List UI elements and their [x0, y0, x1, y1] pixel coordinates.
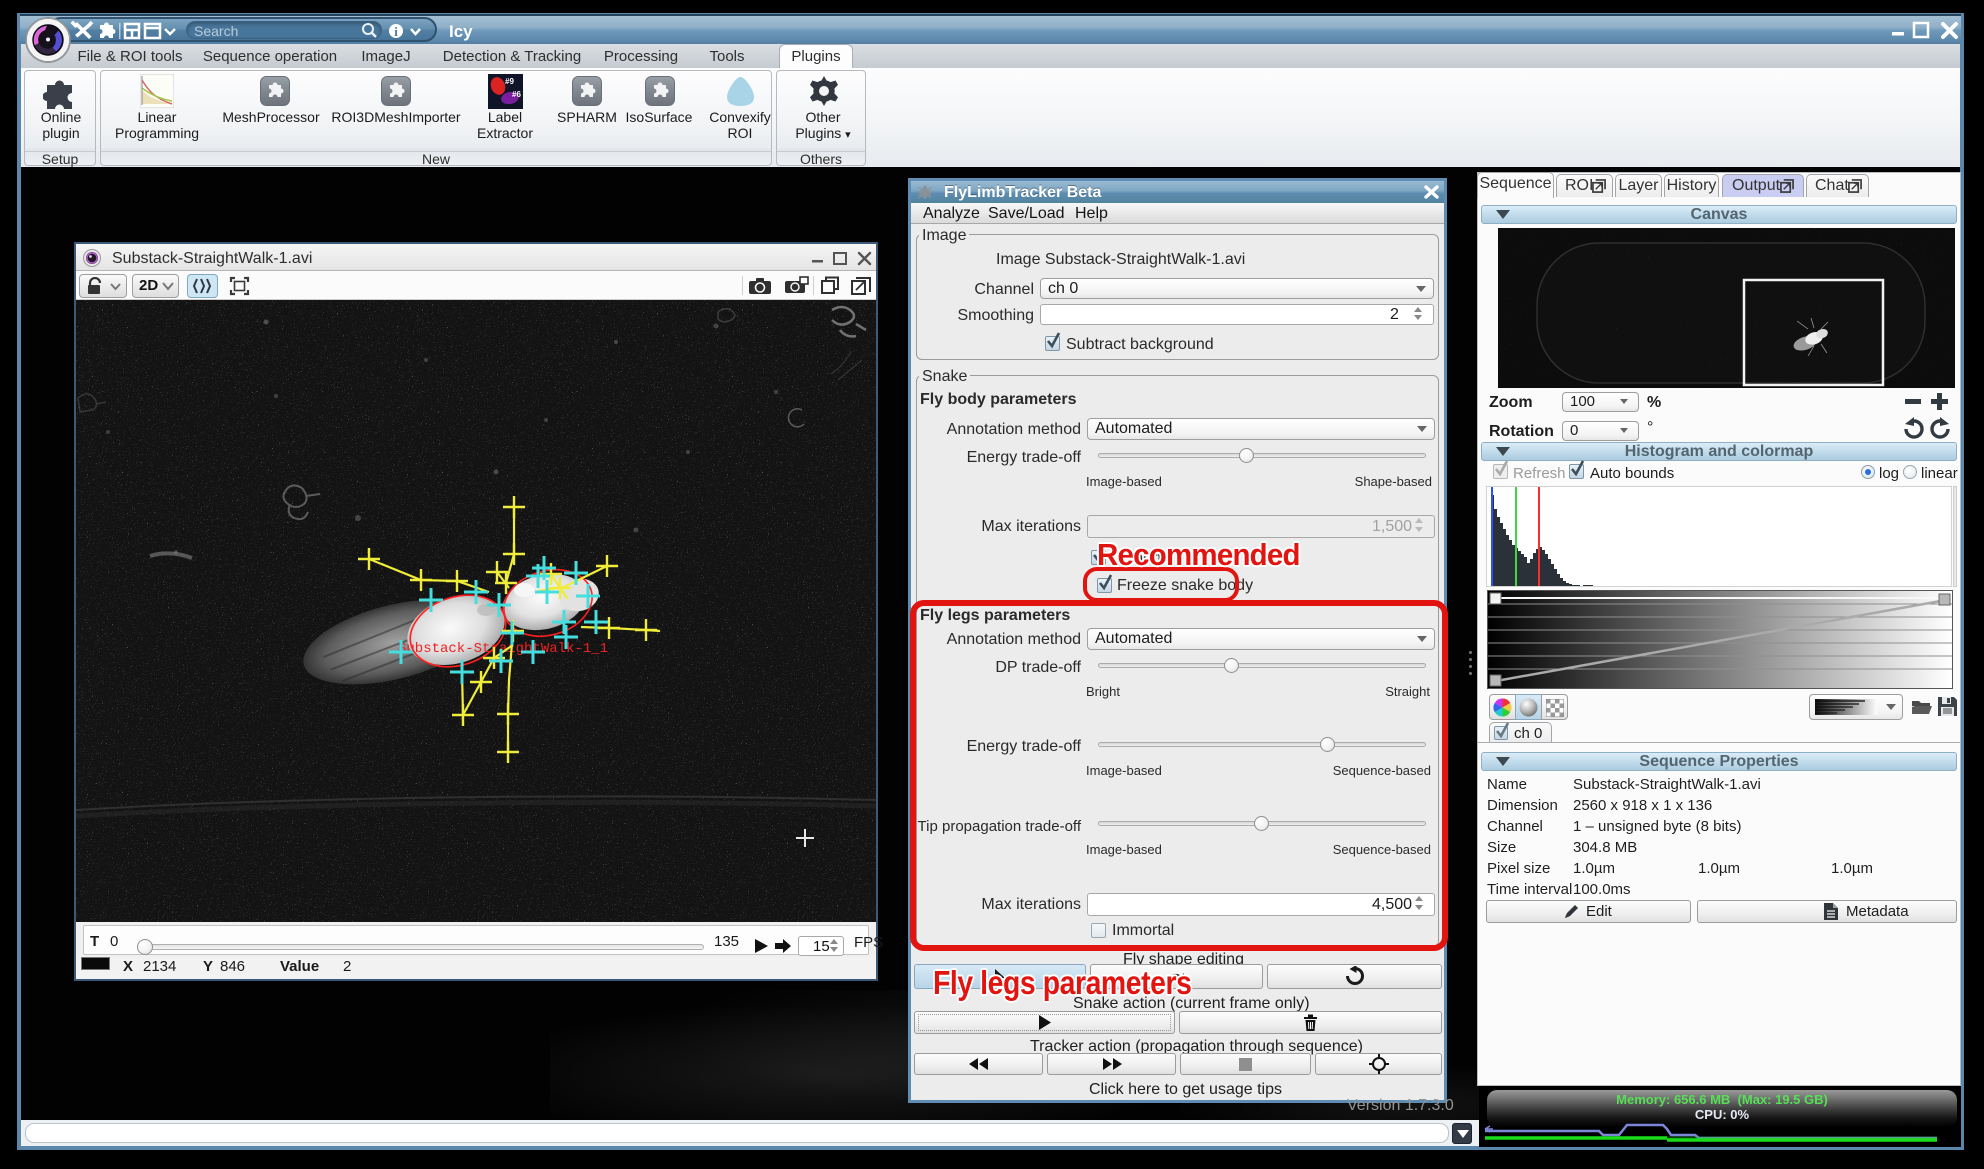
- svg-text:Substack-StraightWalk-1_1: Substack-StraightWalk-1_1: [398, 641, 608, 657]
- svg-text:#9: #9: [505, 77, 514, 86]
- svg-text:#6: #6: [512, 90, 521, 99]
- svg-text:i: i: [394, 24, 398, 39]
